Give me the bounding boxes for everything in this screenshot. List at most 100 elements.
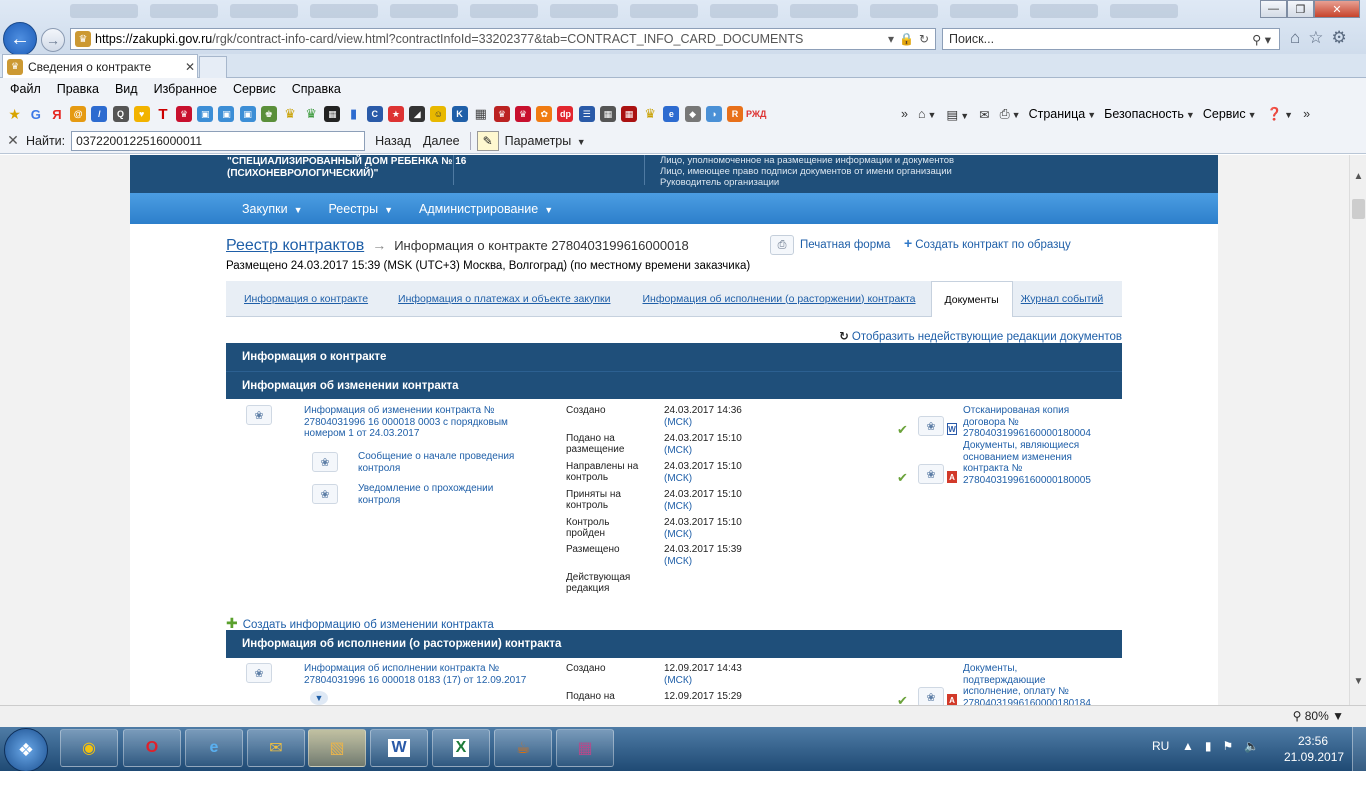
create-by-sample-button[interactable]: + Создать контракт по образцу [904,235,1071,251]
print-form-button[interactable]: ⎙ Печатная форма [770,235,890,255]
bookmark-icon[interactable]: ★ [387,106,404,122]
section-contract-info[interactable]: Информация о контракте [226,343,1122,371]
bookmark-icon[interactable]: ☺ [430,106,447,122]
scrollbar-thumb[interactable] [1352,199,1365,219]
rss-feed-icon[interactable]: ▤ ▼ [946,107,969,122]
close-tab-icon[interactable]: ✕ [183,60,197,74]
bookmark-icon[interactable]: T [155,106,171,123]
bookmark-icon[interactable]: РЖД [746,106,766,122]
menu-help[interactable]: Справка [292,82,341,96]
bookmark-icon[interactable]: e [663,106,680,122]
tab-documents[interactable]: Документы [930,281,1013,317]
bookmark-icon[interactable]: ▣ [197,106,214,122]
control-start-message-link[interactable]: Сообщение о начале проведения контроля [358,451,514,474]
flag-icon[interactable]: ⚑ [1223,739,1234,753]
document-seal-icon[interactable]: ❀ [918,464,944,484]
excel-taskbar-button[interactable]: X [432,729,490,767]
security-menu[interactable]: Безопасность ▼ [1104,107,1195,121]
language-indicator[interactable]: RU [1152,739,1169,753]
document-seal-icon[interactable]: ❀ [246,663,272,683]
close-window-button[interactable]: ✕ [1314,0,1360,18]
bookmark-icon[interactable]: ♥ [133,106,150,122]
menu-edit[interactable]: Правка [57,82,99,96]
section-execution-info[interactable]: Информация об исполнении (о расторжении)… [226,630,1122,658]
bookmark-icon[interactable]: C [366,106,383,122]
dropdown-icon[interactable]: ▾ [888,32,894,46]
chevron-down-icon[interactable]: ▼ [1350,676,1366,693]
network-signal-icon[interactable]: ▮ [1205,739,1212,753]
refresh-icon[interactable]: ↻ [919,32,929,46]
java-taskbar-button[interactable]: ☕ [494,729,552,767]
show-desktop-button[interactable] [1352,727,1366,771]
bookmark-icon[interactable]: ▦ [621,106,638,122]
bookmark-icon[interactable]: K [451,106,468,122]
back-button[interactable]: ← [3,22,37,56]
search-input[interactable]: Поиск... ⚲ ▾ [942,28,1280,50]
favorites-add-icon[interactable]: ★ [7,106,23,122]
tab-event-log[interactable]: Журнал событий [1013,293,1119,305]
bookmark-icon[interactable]: ▦ [324,106,341,122]
volume-icon[interactable]: 🔈 [1244,739,1259,753]
basis-documents-link[interactable]: Документы, являющиеся основанием изменен… [963,440,1091,486]
nav-administration[interactable]: Администрирование ▼ [419,202,553,216]
bookmark-icon[interactable]: ♛ [515,106,532,122]
tab-active[interactable]: ♛ Сведения о контракте ✕ [2,54,198,78]
bookmark-icon[interactable]: R [726,106,743,122]
address-bar[interactable]: ♛ https://zakupki.gov.ru/rgk/contract-in… [70,28,936,50]
chevron-down-icon[interactable]: ▼ [310,691,328,705]
help-icon[interactable]: ❓ ▼ [1267,107,1294,122]
section-change-info[interactable]: Информация об изменении контракта [226,371,1122,399]
tab-execution[interactable]: Информация об исполнении (о расторжении)… [625,293,930,305]
forward-button[interactable]: → [41,28,65,52]
page-menu[interactable]: Страница ▼ [1029,107,1097,121]
document-seal-icon[interactable]: ❀ [918,687,944,705]
bookmark-icon[interactable]: ▦ [599,106,616,122]
execution-info-document-link[interactable]: Информация об исполнении контракта № 278… [304,663,526,686]
outlook-taskbar-button[interactable]: ✉ [247,729,305,767]
scanned-copy-link[interactable]: Отсканированая копия договора № 27804031… [963,405,1091,440]
change-info-document-link[interactable]: Информация об изменении контракта № 2780… [304,405,508,440]
google-icon[interactable]: G [28,106,44,122]
document-seal-icon[interactable]: ❀ [312,452,338,472]
find-input[interactable]: 0372200122516000011 [71,130,366,151]
bookmark-icon[interactable]: ♛ [493,106,510,122]
gear-icon[interactable]: ⚙ [1332,28,1347,48]
home-icon[interactable]: ⌂ ▼ [918,107,936,121]
maximize-button[interactable]: ❐ [1287,0,1314,18]
menu-file[interactable]: Файл [10,82,41,96]
bookmark-icon[interactable]: ▣ [239,106,256,122]
bookmark-icon[interactable]: ♛ [282,106,298,122]
url-text[interactable]: https://zakupki.gov.ru/rgk/contract-info… [95,32,888,46]
nav-purchases[interactable]: Закупки ▼ [242,202,303,216]
more-chevron-icon[interactable]: » [1303,107,1310,121]
find-options-button[interactable]: Параметры ▼ [505,134,586,148]
ie-taskbar-button[interactable]: e [185,729,243,767]
document-seal-icon[interactable]: ❀ [312,484,338,504]
find-prev-button[interactable]: Назад [375,134,411,148]
mail-icon[interactable]: ✉ [979,107,989,122]
bookmark-icon[interactable]: ♛ [176,106,193,122]
vertical-scrollbar[interactable]: ▲ ▼ [1349,155,1366,705]
bookmark-icon[interactable]: ▦ [473,106,489,122]
printer-icon[interactable]: ⎙ ▼ [1000,107,1021,122]
bookmark-icon[interactable]: ♛ [303,106,319,122]
zoom-control[interactable]: ⚲ 80% ▼ [1293,709,1344,723]
tray-expand-icon[interactable]: ▲ [1182,739,1194,753]
bookmark-icon[interactable]: / [91,106,108,122]
bookmark-icon[interactable]: ◑ [705,106,722,122]
bookmark-icon[interactable]: ✿ [536,106,553,122]
start-button[interactable]: ❖ [4,728,48,772]
lock-icon[interactable]: 🔒 [899,32,914,46]
chevron-up-icon[interactable]: ▲ [1350,171,1366,188]
clock[interactable]: 23:56 21.09.2017 [1284,733,1344,765]
bookmark-icon[interactable]: ♛ [642,106,658,122]
favorites-star-icon[interactable]: ☆ [1308,28,1323,48]
find-next-button[interactable]: Далее [423,134,460,148]
bookmark-icon[interactable]: dp [557,106,574,122]
menu-tools[interactable]: Сервис [233,82,276,96]
bookmark-icon[interactable]: ▣ [218,106,235,122]
document-seal-icon[interactable]: ❀ [918,416,944,436]
nav-registries[interactable]: Реестры ▼ [329,202,394,216]
opera-taskbar-button[interactable]: O [123,729,181,767]
word-taskbar-button[interactable]: W [370,729,428,767]
